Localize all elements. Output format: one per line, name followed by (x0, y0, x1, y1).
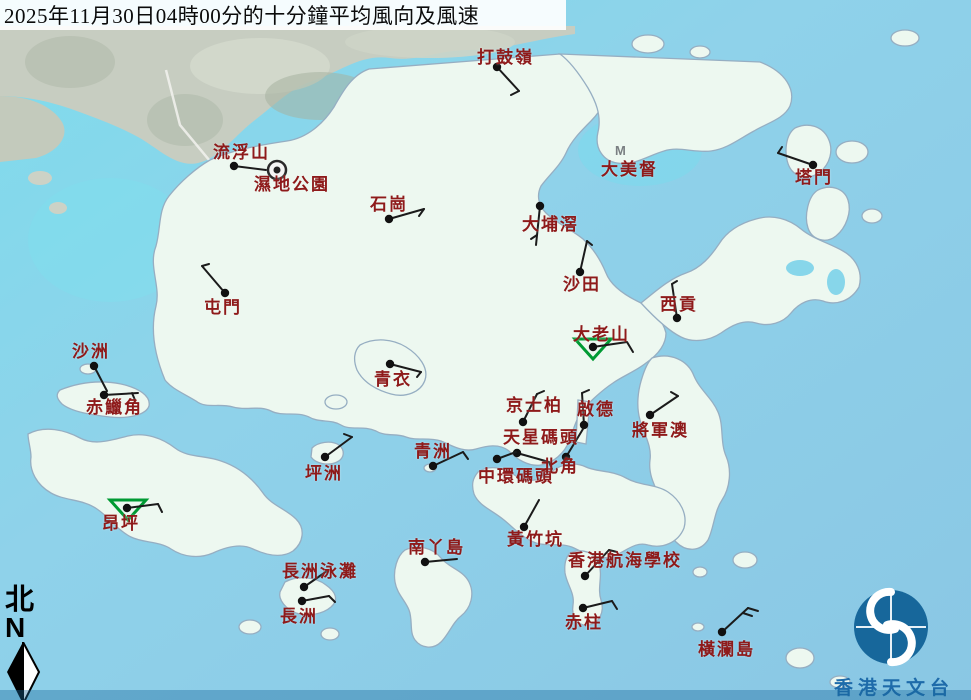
land-tung-lung (733, 552, 757, 568)
land-waglan-islet (692, 623, 704, 631)
station-dot-icon (221, 289, 229, 297)
station-dot-icon (576, 268, 584, 276)
station-dot-icon (589, 343, 597, 351)
station-dot-icon (809, 161, 817, 169)
hko-logo: 香港天文台 HONG KONG OBSERVATORY (818, 586, 970, 700)
station-dot-icon (429, 462, 437, 470)
station-dot-icon (646, 411, 654, 419)
station-dot-icon (421, 558, 429, 566)
station-dot-icon (386, 360, 394, 368)
station-dot-icon (321, 453, 329, 461)
north-hanzi: 北 (5, 586, 48, 615)
station-dot-icon (123, 504, 131, 512)
map-title: 2025年11月30日04時00分的十分鐘平均風向及風速 (4, 0, 479, 30)
station-dot-icon (580, 421, 588, 429)
land-ma-wan (325, 395, 347, 409)
land-po-toi (786, 648, 814, 668)
station-dot-icon (520, 523, 528, 531)
footer-band (0, 690, 971, 700)
land-islet (693, 567, 707, 577)
wind-station-wetland-park (268, 161, 286, 179)
station-dot-icon (562, 453, 570, 461)
land-islet (239, 620, 261, 634)
title-bar: 2025年11月30日04時00分的十分鐘平均風向及風速 (0, 0, 566, 30)
north-letter: N (5, 615, 48, 642)
north-compass: 北 N (2, 586, 48, 700)
station-dot-icon (581, 572, 589, 580)
station-dot-icon (519, 418, 527, 426)
station-dot-icon (536, 202, 544, 210)
sai-kung-inlet (786, 260, 814, 276)
station-dot-icon (100, 391, 108, 399)
station-dot-icon (673, 314, 681, 322)
sai-kung-inlet (827, 269, 845, 295)
station-dot-icon (718, 628, 726, 636)
station-dot-icon (90, 362, 98, 370)
station-dot-icon (230, 162, 238, 170)
wind-map-screen: 打鼓嶺流浮山濕地公園石崗大美督M大埔滘沙田塔門屯門西貢大老山沙洲赤鱲角青衣京士柏… (0, 0, 971, 700)
station-dot-icon (300, 583, 308, 591)
station-dot-icon (298, 597, 306, 605)
station-dot-icon (385, 215, 393, 223)
land-islet (321, 628, 339, 640)
land-peng-chau (311, 442, 343, 464)
station-dot-icon (493, 455, 501, 463)
hko-logo-icon (818, 586, 970, 670)
calm-wind-dot-icon (274, 167, 281, 174)
station-dot-icon (493, 63, 501, 71)
station-dot-icon (579, 604, 587, 612)
